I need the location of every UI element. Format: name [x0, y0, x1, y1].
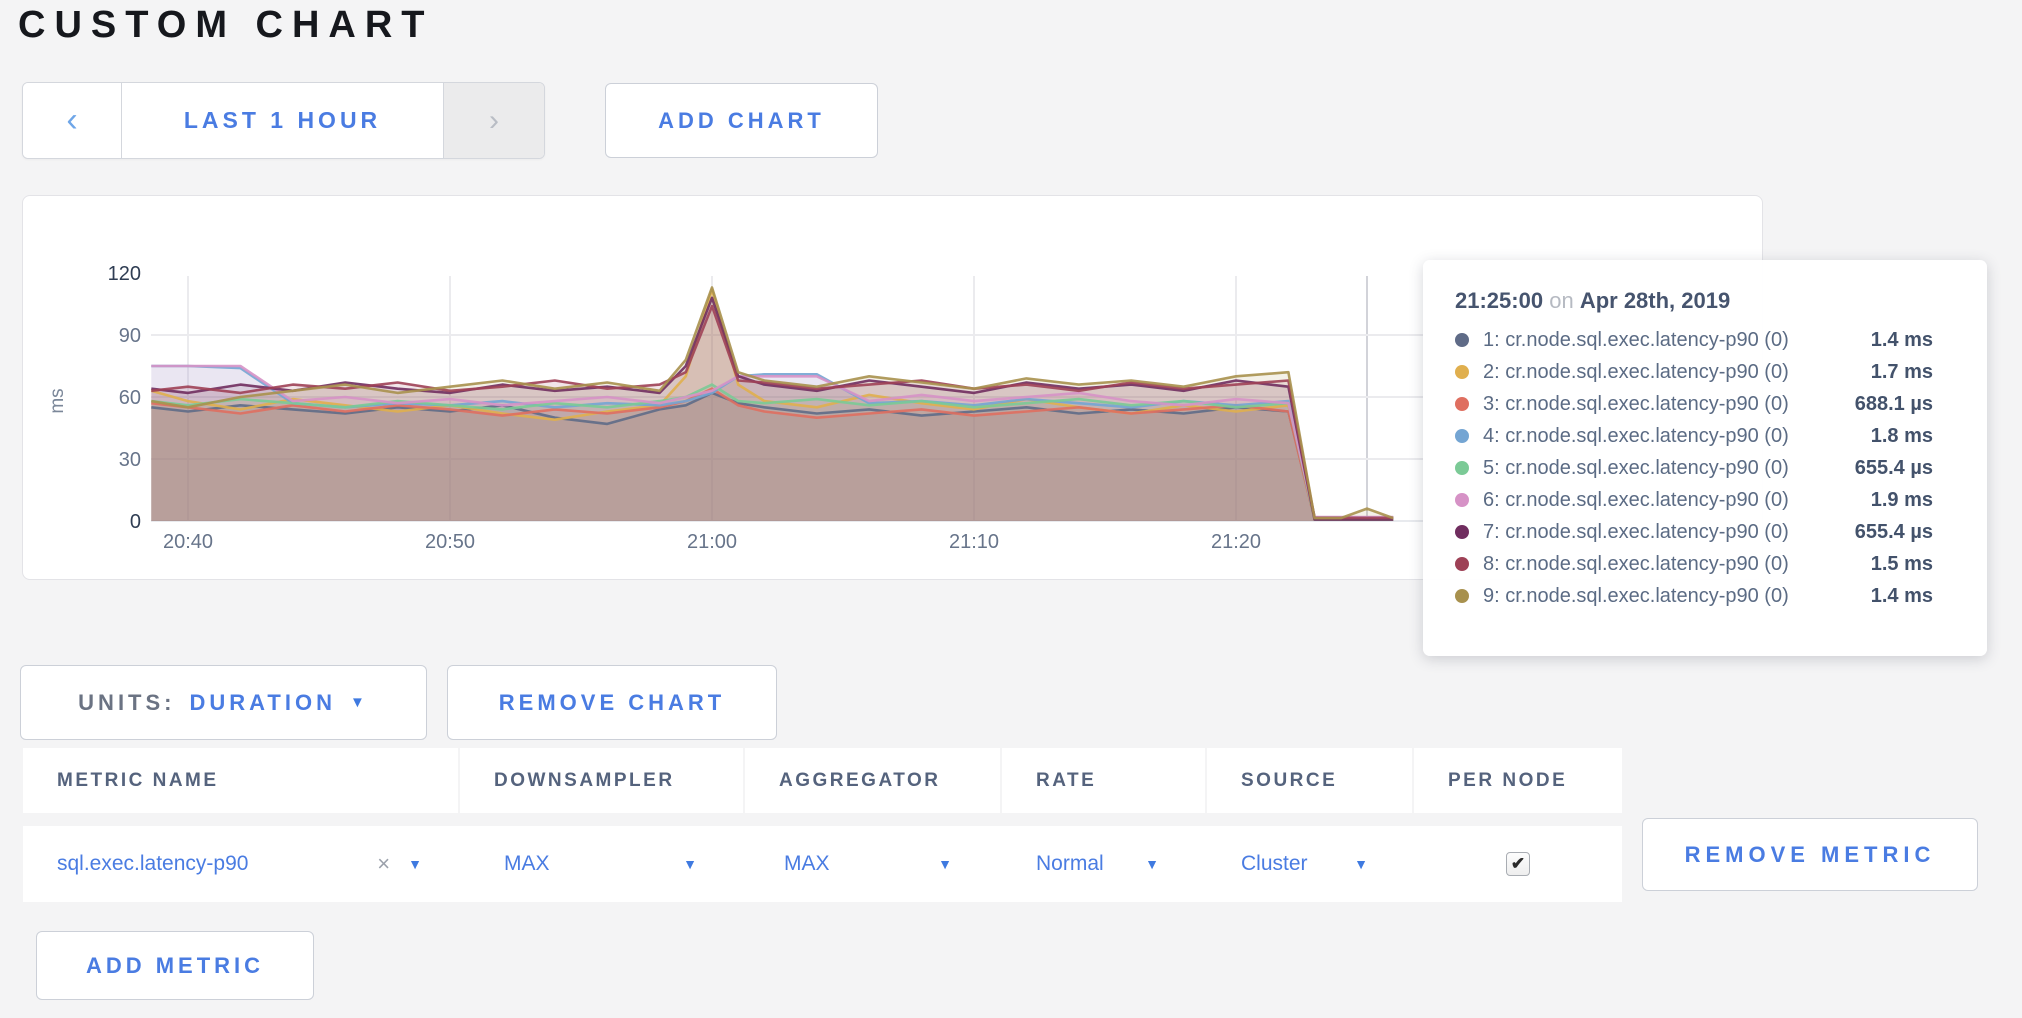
series-value: 1.7 ms [1871, 361, 1933, 384]
metric-row: sql.exec.latency-p90 × ▼ MAX ▼ MAX ▼ Nor… [23, 826, 1622, 902]
page-title: CUSTOM CHART [18, 4, 434, 47]
column-header-metric-name: METRIC NAME [23, 748, 458, 813]
column-header-source: SOURCE [1207, 748, 1412, 813]
metric-name-value: sql.exec.latency-p90 [57, 852, 248, 876]
remove-metric-button[interactable]: REMOVE METRIC [1642, 818, 1978, 891]
custom-chart-page: CUSTOM CHART ‹ LAST 1 HOUR › ADD CHART 0… [0, 0, 2022, 1018]
series-value: 655.4 µs [1855, 457, 1933, 480]
rate-dropdown[interactable]: Normal ▼ [1002, 826, 1205, 902]
chart-tooltip: 21:25:00 on Apr 28th, 2019 1: cr.node.sq… [1423, 260, 1987, 656]
series-dot-icon [1455, 429, 1469, 443]
series-label: 9: cr.node.sql.exec.latency-p90 (0) [1483, 585, 1871, 608]
metrics-table-header: METRIC NAMEDOWNSAMPLERAGGREGATORRATESOUR… [23, 748, 1622, 813]
x-tick-label: 20:50 [425, 531, 475, 553]
tooltip-row: 6: cr.node.sql.exec.latency-p90 (0)1.9 m… [1423, 484, 1987, 516]
series-dot-icon [1455, 557, 1469, 571]
tooltip-time: 21:25:00 [1455, 288, 1543, 313]
y-tick-label: 60 [119, 387, 141, 409]
units-dropdown[interactable]: UNITS: DURATION ▼ [20, 665, 427, 740]
add-metric-button[interactable]: ADD METRIC [36, 931, 314, 1000]
column-header-downsampler: DOWNSAMPLER [460, 748, 743, 813]
chevron-down-icon: ▼ [1145, 856, 1159, 872]
column-header-rate: RATE [1002, 748, 1205, 813]
tooltip-row: 3: cr.node.sql.exec.latency-p90 (0)688.1… [1423, 388, 1987, 420]
y-tick-label: 30 [119, 449, 141, 471]
series-label: 3: cr.node.sql.exec.latency-p90 (0) [1483, 393, 1855, 416]
tooltip-rows: 1: cr.node.sql.exec.latency-p90 (0)1.4 m… [1423, 324, 1987, 612]
per-node-cell: ✔ [1414, 826, 1622, 902]
per-node-checkbox[interactable]: ✔ [1506, 852, 1530, 876]
tooltip-row: 8: cr.node.sql.exec.latency-p90 (0)1.5 m… [1423, 548, 1987, 580]
y-tick-label: 0 [130, 511, 141, 533]
series-label: 4: cr.node.sql.exec.latency-p90 (0) [1483, 425, 1871, 448]
column-header-aggregator: AGGREGATOR [745, 748, 1000, 813]
tooltip-row: 7: cr.node.sql.exec.latency-p90 (0)655.4… [1423, 516, 1987, 548]
tooltip-row: 1: cr.node.sql.exec.latency-p90 (0)1.4 m… [1423, 324, 1987, 356]
x-tick-label: 21:20 [1211, 531, 1261, 553]
tooltip-row: 4: cr.node.sql.exec.latency-p90 (0)1.8 m… [1423, 420, 1987, 452]
x-tick-label: 20:40 [163, 531, 213, 553]
remove-chart-button[interactable]: REMOVE CHART [447, 665, 777, 740]
aggregator-dropdown[interactable]: MAX ▼ [745, 826, 1000, 902]
y-tick-label: 120 [108, 263, 141, 285]
series-value: 1.9 ms [1871, 489, 1933, 512]
chevron-right-icon: › [489, 104, 499, 138]
tooltip-on-word: on [1549, 288, 1580, 313]
series-dot-icon [1455, 333, 1469, 347]
series-label: 2: cr.node.sql.exec.latency-p90 (0) [1483, 361, 1871, 384]
series-value: 1.5 ms [1871, 553, 1933, 576]
time-range-selector: ‹ LAST 1 HOUR › [22, 82, 545, 159]
series-value: 1.4 ms [1871, 329, 1933, 352]
series-label: 5: cr.node.sql.exec.latency-p90 (0) [1483, 457, 1855, 480]
source-value: Cluster [1241, 852, 1308, 876]
chevron-down-icon: ▼ [683, 856, 697, 872]
y-axis-label: ms [47, 388, 68, 413]
source-dropdown[interactable]: Cluster ▼ [1207, 826, 1412, 902]
chevron-down-icon: ▼ [350, 695, 369, 710]
tooltip-row: 9: cr.node.sql.exec.latency-p90 (0)1.4 m… [1423, 580, 1987, 612]
downsampler-dropdown[interactable]: MAX ▼ [460, 826, 743, 902]
add-chart-button[interactable]: ADD CHART [605, 83, 878, 158]
series-value: 655.4 µs [1855, 521, 1933, 544]
series-label: 1: cr.node.sql.exec.latency-p90 (0) [1483, 329, 1871, 352]
series-label: 6: cr.node.sql.exec.latency-p90 (0) [1483, 489, 1871, 512]
tooltip-row: 2: cr.node.sql.exec.latency-p90 (0)1.7 m… [1423, 356, 1987, 388]
series-value: 1.4 ms [1871, 585, 1933, 608]
time-next-button[interactable]: › [444, 83, 544, 158]
chevron-down-icon: ▼ [408, 856, 422, 872]
time-range-button[interactable]: LAST 1 HOUR [122, 83, 444, 158]
metric-name-cell[interactable]: sql.exec.latency-p90 × ▼ [23, 826, 458, 902]
chevron-down-icon: ▼ [938, 856, 952, 872]
time-prev-button[interactable]: ‹ [23, 83, 122, 158]
downsampler-value: MAX [504, 852, 550, 876]
chevron-down-icon: ▼ [1354, 856, 1368, 872]
tooltip-date: Apr 28th, 2019 [1580, 288, 1730, 313]
units-label: UNITS: [78, 690, 175, 716]
series-dot-icon [1455, 397, 1469, 411]
rate-value: Normal [1036, 852, 1104, 876]
aggregator-value: MAX [784, 852, 830, 876]
column-header-per-node: PER NODE [1414, 748, 1622, 813]
series-dot-icon [1455, 493, 1469, 507]
x-tick-label: 21:10 [949, 531, 999, 553]
series-value: 688.1 µs [1855, 393, 1933, 416]
series-label: 7: cr.node.sql.exec.latency-p90 (0) [1483, 521, 1855, 544]
tooltip-row: 5: cr.node.sql.exec.latency-p90 (0)655.4… [1423, 452, 1987, 484]
series-label: 8: cr.node.sql.exec.latency-p90 (0) [1483, 553, 1871, 576]
series-dot-icon [1455, 525, 1469, 539]
chevron-left-icon: ‹ [66, 101, 77, 140]
units-value: DURATION [190, 690, 336, 716]
x-tick-label: 21:00 [687, 531, 737, 553]
series-dot-icon [1455, 461, 1469, 475]
tooltip-header: 21:25:00 on Apr 28th, 2019 [1423, 288, 1987, 324]
clear-metric-icon[interactable]: × [377, 851, 390, 877]
series-dot-icon [1455, 589, 1469, 603]
y-tick-label: 90 [119, 325, 141, 347]
series-value: 1.8 ms [1871, 425, 1933, 448]
series-dot-icon [1455, 365, 1469, 379]
